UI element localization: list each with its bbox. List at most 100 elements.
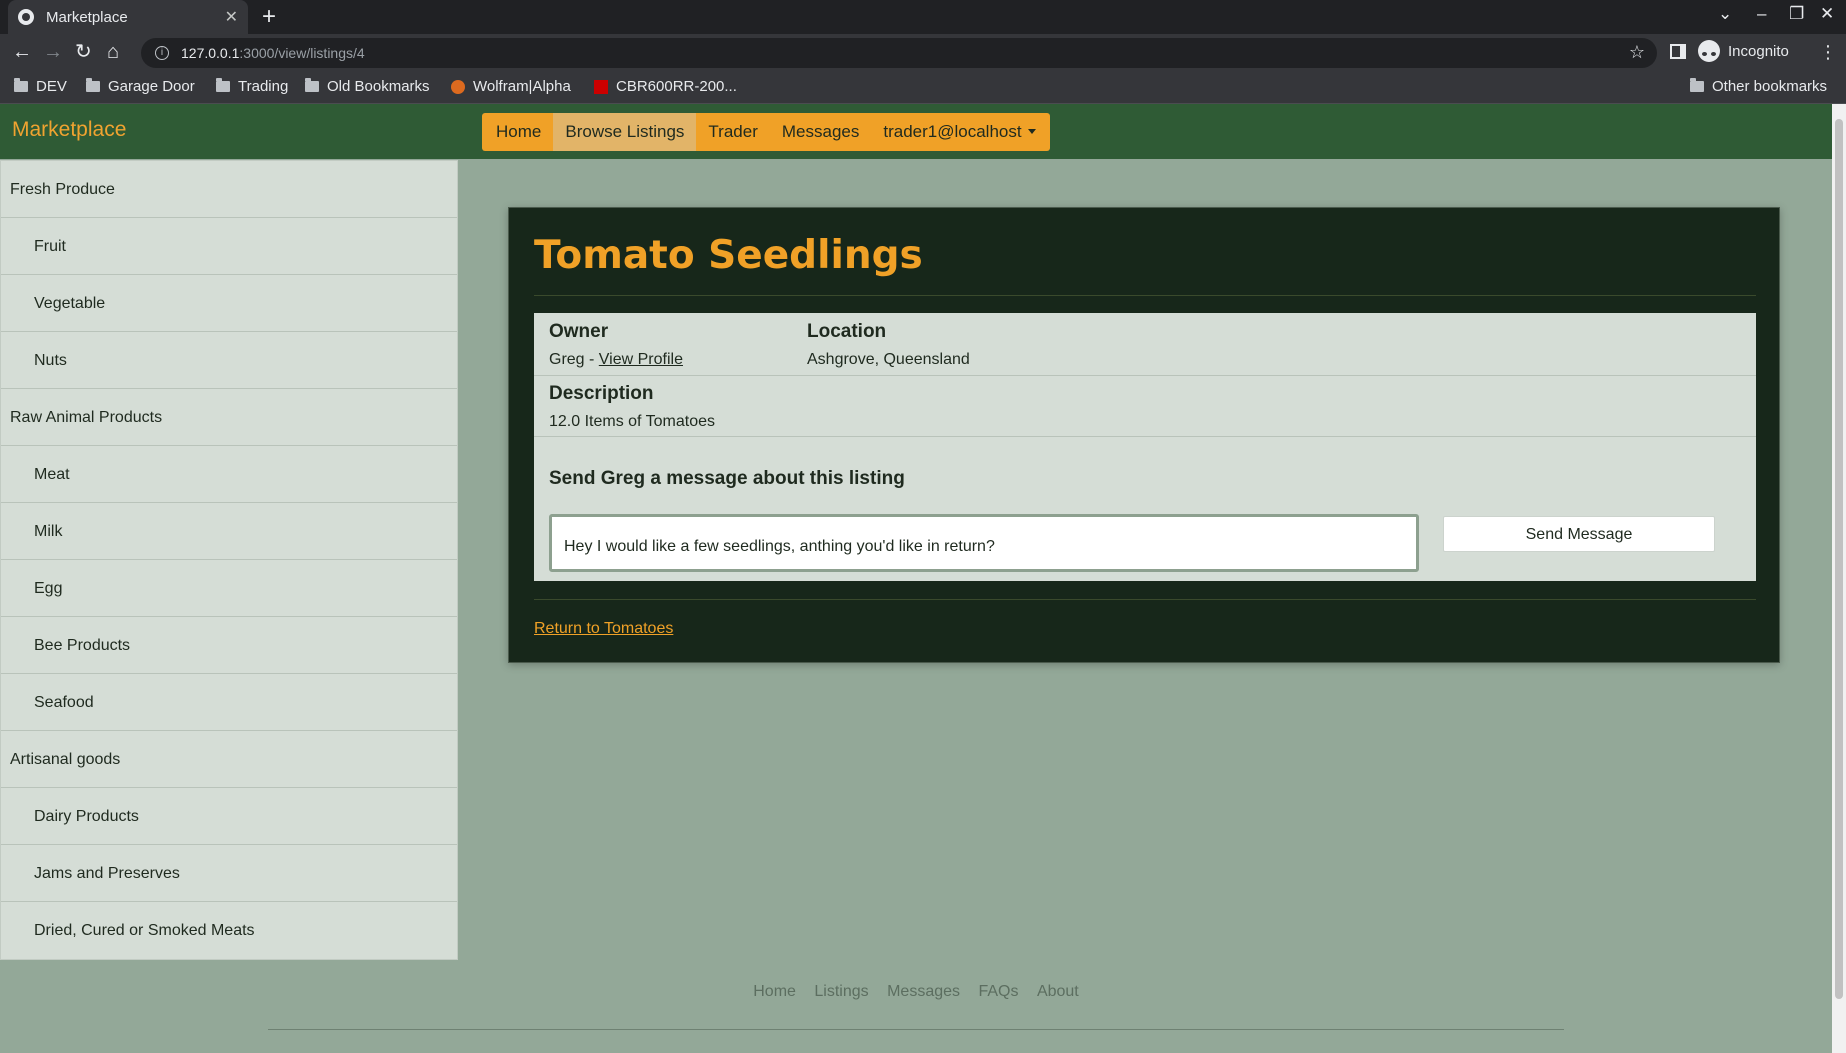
message-textarea[interactable]: Hey I would like a few seedlings, anthin… [549, 514, 1419, 572]
listing-title: Tomato Seedlings [534, 233, 923, 278]
bookmark-folder-other[interactable]: Other bookmarks [1690, 78, 1827, 95]
browser-tab-strip: Marketplace ✕ + ⌄ – ❐ ✕ [0, 0, 1846, 34]
bookmark-cbr600rr[interactable]: CBR600RR-200... [594, 78, 737, 95]
message-heading: Send Greg a message about this listing [549, 468, 905, 489]
sidebar-item[interactable]: Nuts [1, 332, 457, 389]
window-close-icon[interactable]: ✕ [1820, 4, 1834, 24]
bookmark-folder-trading[interactable]: Trading [216, 78, 288, 95]
listing-details: Owner Greg - View Profile Location Ashgr… [534, 313, 1756, 581]
footer-link-about[interactable]: About [1037, 983, 1079, 1000]
nav-home[interactable]: Home [484, 113, 553, 151]
sidebar-item[interactable]: Bee Products [1, 617, 457, 674]
browser-menu-icon[interactable]: ⋮ [1819, 42, 1837, 63]
nav-user-dropdown[interactable]: trader1@localhost [871, 113, 1047, 151]
restore-icon[interactable]: ❐ [1789, 4, 1804, 24]
sidebar-item[interactable]: Vegetable [1, 275, 457, 332]
bookmark-label: Old Bookmarks [327, 78, 430, 95]
sidebar-item[interactable]: Seafood [1, 674, 457, 731]
new-tab-icon[interactable]: + [262, 4, 276, 30]
bookmark-wolfram-alpha[interactable]: Wolfram|Alpha [451, 78, 571, 95]
bookmark-label: Wolfram|Alpha [473, 78, 571, 95]
owner-heading: Owner [549, 321, 609, 342]
main-nav: Home Browse Listings Trader Messages tra… [482, 113, 1050, 151]
bookmark-folder-old-bookmarks[interactable]: Old Bookmarks [305, 78, 430, 95]
caret-down-icon [1027, 129, 1036, 134]
url-host: 127.0.0.1 [181, 45, 240, 61]
description-value: 12.0 Items of Tomatoes [549, 413, 716, 430]
owner-location-row: Owner Greg - View Profile Location Ashgr… [534, 313, 1756, 376]
bookmark-star-icon[interactable]: ☆ [1629, 42, 1645, 63]
site-brand[interactable]: Marketplace [12, 118, 126, 142]
bookmark-label: Other bookmarks [1712, 78, 1828, 95]
sidebar-item[interactable]: Milk [1, 503, 457, 560]
back-icon[interactable]: ← [12, 41, 32, 63]
close-icon[interactable]: ✕ [225, 7, 238, 27]
folder-icon [305, 78, 319, 92]
sidebar-item[interactable]: Fresh Produce [1, 161, 457, 218]
return-link[interactable]: Return to Tomatoes [534, 620, 673, 638]
folder-icon [1690, 78, 1704, 92]
browser-tab[interactable]: Marketplace ✕ [8, 0, 248, 34]
page-viewport: Marketplace Home Browse Listings Trader … [0, 104, 1846, 1053]
folder-icon [86, 78, 100, 92]
reload-icon[interactable]: ↻ [75, 41, 92, 63]
listing-card: Tomato Seedlings Owner Greg - View Profi… [508, 207, 1780, 663]
forward-icon[interactable]: → [43, 41, 63, 63]
sidebar-item[interactable]: Artisanal goods [1, 731, 457, 788]
sidebar-item[interactable]: Raw Animal Products [1, 389, 457, 446]
bookmarks-bar: DEV Garage Door Trading Old Bookmarks Wo… [0, 72, 1846, 104]
address-bar[interactable]: i 127.0.0.1:3000/view/listings/4 ☆ [141, 38, 1657, 68]
nav-messages[interactable]: Messages [770, 113, 871, 151]
incognito-icon [1698, 40, 1720, 62]
bookmark-folder-dev[interactable]: DEV [14, 78, 67, 95]
footer-link-home[interactable]: Home [753, 983, 796, 1000]
nav-trader[interactable]: Trader [696, 113, 769, 151]
owner-line: Greg - View Profile [549, 351, 683, 369]
footer-link-faqs[interactable]: FAQs [978, 983, 1018, 1000]
site-info-icon[interactable]: i [155, 46, 169, 60]
browser-toolbar: ← → ↻ ⌂ i 127.0.0.1:3000/view/listings/4… [0, 34, 1846, 72]
category-sidebar: Fresh Produce Fruit Vegetable Nuts Raw Anima… [0, 160, 458, 960]
side-panel-icon[interactable] [1670, 44, 1686, 59]
footer-link-messages[interactable]: Messages [887, 983, 960, 1000]
view-profile-link[interactable]: View Profile [599, 351, 683, 368]
location-heading: Location [807, 321, 887, 342]
site-navbar: Marketplace Home Browse Listings Trader … [0, 104, 1832, 159]
minimize-icon[interactable]: – [1757, 4, 1766, 24]
footer-divider [268, 1029, 1564, 1030]
footer-link-listings[interactable]: Listings [814, 983, 868, 1000]
honda-icon [594, 79, 608, 94]
description-row: Description 12.0 Items of Tomatoes [534, 376, 1756, 437]
sidebar-item[interactable]: Dairy Products [1, 788, 457, 845]
description-heading: Description [549, 383, 654, 404]
nav-browse-listings[interactable]: Browse Listings [553, 113, 697, 151]
sidebar-item[interactable]: Fruit [1, 218, 457, 275]
tab-search-icon[interactable]: ⌄ [1718, 4, 1732, 24]
bookmark-label: CBR600RR-200... [616, 78, 737, 95]
tab-title: Marketplace [46, 8, 128, 26]
sidebar-item[interactable]: Egg [1, 560, 457, 617]
sidebar-item[interactable]: Dried, Cured or Smoked Meats [1, 902, 457, 959]
url-path: :3000/view/listings/4 [239, 45, 365, 61]
wolfram-icon [451, 79, 465, 94]
footer-nav: Home Listings Messages FAQs About [0, 983, 1832, 1001]
bookmark-folder-garage-door[interactable]: Garage Door [86, 78, 195, 95]
location-value: Ashgrove, Queensland [807, 351, 970, 368]
user-email: trader1@localhost [883, 122, 1022, 141]
bookmark-label: DEV [36, 78, 67, 95]
divider [534, 295, 1756, 296]
divider [534, 599, 1756, 600]
bookmark-label: Trading [238, 78, 289, 95]
sidebar-item[interactable]: Meat [1, 446, 457, 503]
folder-icon [216, 78, 230, 92]
home-icon[interactable]: ⌂ [107, 41, 119, 63]
folder-icon [14, 78, 28, 92]
incognito-indicator[interactable]: Incognito [1698, 40, 1789, 62]
sidebar-item[interactable]: Jams and Preserves [1, 845, 457, 902]
scrollbar-thumb[interactable] [1835, 119, 1843, 999]
globe-icon [18, 9, 34, 25]
send-message-button[interactable]: Send Message [1443, 516, 1715, 552]
page-scrollbar[interactable] [1832, 104, 1846, 1053]
bookmark-label: Garage Door [108, 78, 195, 95]
incognito-label: Incognito [1728, 42, 1789, 60]
